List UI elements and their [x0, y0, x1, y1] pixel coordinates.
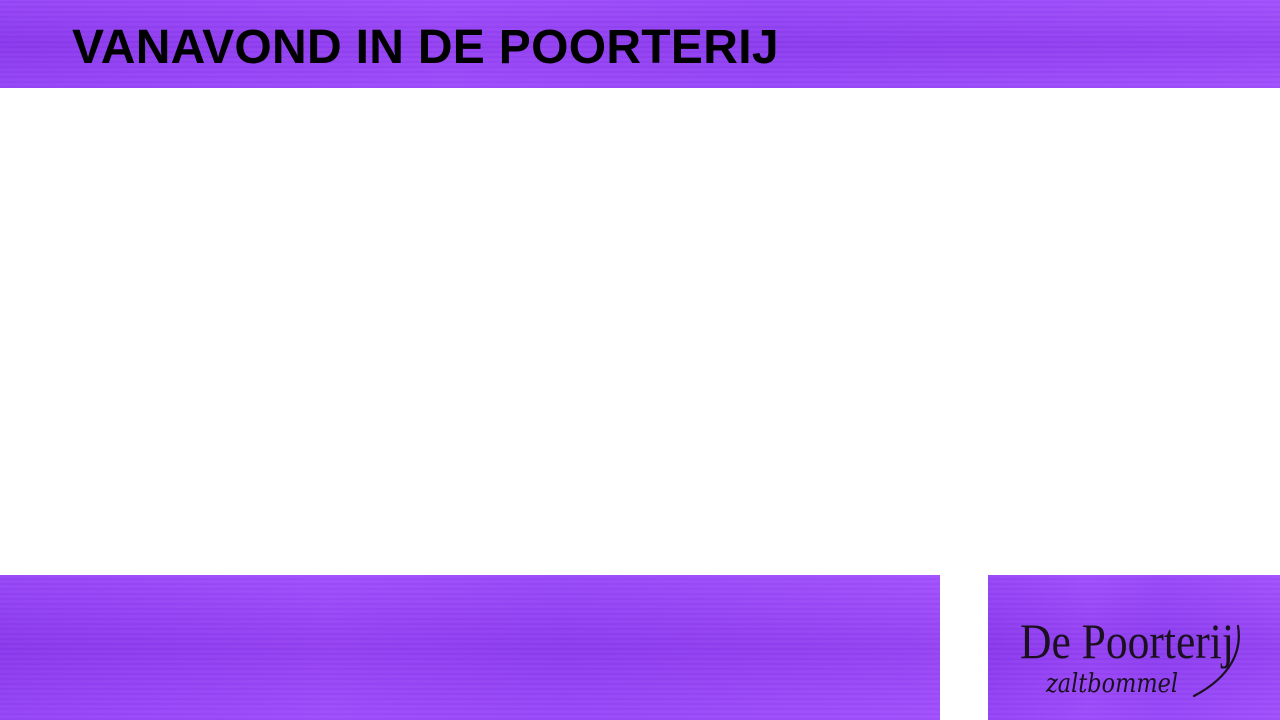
logo-svg: De Poorterij zaltbommel — [1020, 613, 1240, 699]
footer-band-left — [0, 575, 940, 720]
de-poorterij-logo: De Poorterij zaltbommel — [1016, 600, 1256, 704]
slide-title: VANAVOND IN DE POORTERIJ — [72, 21, 779, 74]
logo-subtitle-text: zaltbommel — [1045, 669, 1178, 699]
logo-name-text: De Poorterij — [1020, 613, 1234, 669]
slide: VANAVOND IN DE POORTERIJ De Poorterij za… — [0, 0, 1280, 720]
